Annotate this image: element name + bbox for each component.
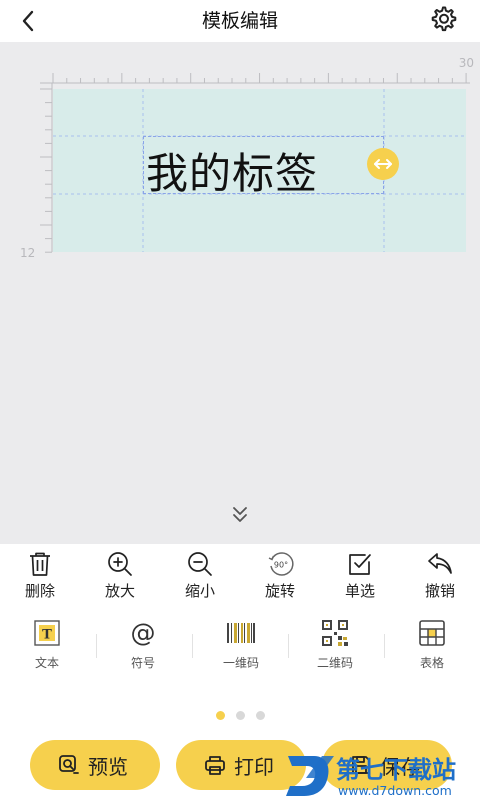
preview-button[interactable]: 预览 xyxy=(30,740,160,790)
watermark-url: www.d7down.com xyxy=(338,783,452,798)
horizontal-resize-icon xyxy=(374,159,392,169)
svg-text:T: T xyxy=(42,628,52,643)
delete-button[interactable]: 删除 xyxy=(10,550,70,602)
resize-handle[interactable] xyxy=(367,148,399,180)
palette-pagination xyxy=(0,708,480,722)
symbol-label: 符号 xyxy=(130,656,155,670)
top-bar: 模板编辑 xyxy=(0,0,480,42)
divider xyxy=(384,634,385,658)
zoom-in-button[interactable]: 放大 xyxy=(90,550,150,602)
alignment-guides xyxy=(53,89,466,252)
insert-palette: T 文本 @ 符号 一维码 二维码 表格 xyxy=(0,610,480,690)
zoom-out-label: 缩小 xyxy=(184,582,215,600)
watermark-title: 第七下载站 xyxy=(336,756,456,784)
at-sign-icon: @ xyxy=(131,618,156,647)
edit-toolbar: 删除 放大 缩小 90° 旋转 单选 撤销 xyxy=(0,544,480,604)
table-label: 表格 xyxy=(419,656,444,670)
preview-label: 预览 xyxy=(88,755,128,779)
settings-button[interactable] xyxy=(428,4,458,34)
page-title: 模板编辑 xyxy=(201,10,278,32)
page-dot-1[interactable] xyxy=(216,711,225,720)
rotate-degree-text: 90° xyxy=(274,561,288,570)
undo-icon xyxy=(428,553,452,574)
d7down-logo: 第七下载站 www.d7down.com xyxy=(286,756,456,798)
editor-canvas[interactable]: 30 12 我的标签 xyxy=(0,42,480,544)
insert-text-button[interactable]: T 文本 xyxy=(12,618,82,684)
zoom-in-icon xyxy=(108,552,132,576)
rotate-button[interactable]: 90° 旋转 xyxy=(250,550,310,602)
page-dot-3[interactable] xyxy=(256,711,265,720)
undo-button[interactable]: 撤销 xyxy=(410,550,470,602)
single-select-label: 单选 xyxy=(344,582,375,600)
zoom-in-label: 放大 xyxy=(104,582,135,600)
zoom-out-icon xyxy=(188,552,212,576)
undo-label: 撤销 xyxy=(424,582,455,600)
qrcode-label: 二维码 xyxy=(316,656,353,670)
text-label: 文本 xyxy=(34,656,59,670)
insert-symbol-button[interactable]: @ 符号 xyxy=(108,618,178,684)
single-select-button[interactable]: 单选 xyxy=(330,550,390,602)
collapse-button[interactable] xyxy=(228,504,252,526)
divider xyxy=(288,634,289,658)
rotate-90-icon: 90° xyxy=(268,552,294,576)
double-chevron-down-icon xyxy=(233,507,247,522)
label-text-element[interactable]: 我的标签 xyxy=(146,140,318,201)
insert-barcode-button[interactable]: 一维码 xyxy=(206,618,276,684)
insert-table-button[interactable]: 表格 xyxy=(397,618,467,684)
zoom-out-button[interactable]: 缩小 xyxy=(170,550,230,602)
svg-text:@: @ xyxy=(131,618,156,647)
rotate-label: 旋转 xyxy=(264,582,295,600)
printer-icon xyxy=(205,756,225,775)
checkbox-icon xyxy=(349,554,371,575)
trash-icon xyxy=(30,552,50,576)
qrcode-icon xyxy=(322,620,348,646)
barcode-label: 一维码 xyxy=(222,656,259,670)
divider xyxy=(96,634,97,658)
preview-icon xyxy=(59,755,79,774)
delete-label: 删除 xyxy=(24,582,55,600)
print-label: 打印 xyxy=(234,755,274,779)
table-icon xyxy=(419,620,445,646)
gear-icon xyxy=(431,6,457,32)
divider xyxy=(192,634,193,658)
barcode-icon xyxy=(227,623,255,643)
text-icon: T xyxy=(34,620,60,646)
page-dot-2[interactable] xyxy=(236,711,245,720)
insert-qrcode-button[interactable]: 二维码 xyxy=(300,618,370,684)
watermark: 第七下载站 www.d7down.com xyxy=(282,748,478,800)
